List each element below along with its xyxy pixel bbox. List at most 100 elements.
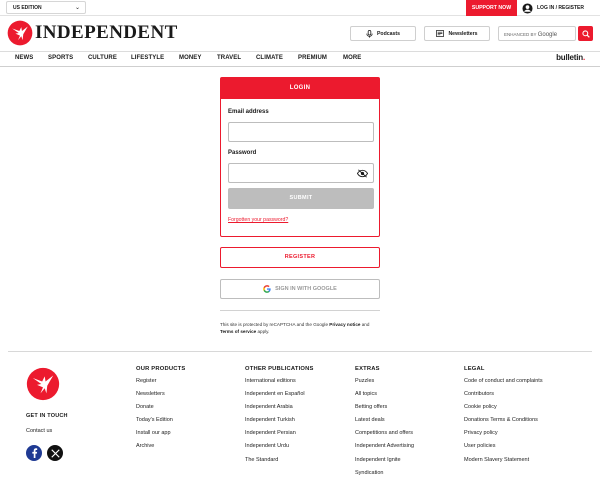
- login-register-label: LOG IN / REGISTER: [537, 5, 584, 11]
- footer-link[interactable]: Independent Turkish: [245, 417, 314, 430]
- footer-link[interactable]: The Standard: [245, 457, 314, 470]
- google-icon: [263, 285, 271, 293]
- footer-column-title: EXTRAS: [355, 366, 380, 372]
- footer-link[interactable]: Modern Slavery Statement: [464, 457, 543, 470]
- footer-link[interactable]: Register: [136, 378, 185, 391]
- footer-link[interactable]: Install our app: [136, 430, 185, 443]
- support-now-button[interactable]: SUPPORT NOW: [466, 0, 517, 16]
- footer-link[interactable]: Code of conduct and complaints: [464, 378, 543, 391]
- password-label: Password: [228, 150, 257, 156]
- search-input[interactable]: ENHANCED BY Google: [498, 26, 576, 41]
- chevron-down-icon: ⌄: [74, 5, 80, 11]
- eye-off-icon[interactable]: [357, 169, 368, 178]
- search-enhanced-label: ENHANCED BY: [504, 32, 537, 37]
- footer-link[interactable]: Independent Arabia: [245, 404, 314, 417]
- footer-eagle-logo-icon[interactable]: [26, 367, 60, 401]
- footer-link[interactable]: Independent Urdu: [245, 443, 314, 456]
- x-icon: [50, 448, 60, 458]
- nav-item-lifestyle[interactable]: LIFESTYLE: [131, 55, 164, 61]
- privacy-notice-link[interactable]: Privacy notice: [329, 322, 360, 327]
- logo-wordmark: INDEPENDENT: [35, 22, 178, 43]
- forgot-password-link[interactable]: Forgotten your password?: [228, 217, 288, 223]
- nav-item-travel[interactable]: TRAVEL: [217, 55, 241, 61]
- email-label: Email address: [228, 109, 269, 115]
- footer-link[interactable]: Competitions and offers: [355, 430, 414, 443]
- footer-link[interactable]: Independent en Español: [245, 391, 314, 404]
- nav-item-news[interactable]: NEWS: [15, 55, 33, 61]
- get-in-touch-heading: GET IN TOUCH: [26, 413, 68, 419]
- bulletin-logo[interactable]: bulletin.: [556, 53, 585, 62]
- site-header: INDEPENDENT Podcasts Newsletters ENHANCE…: [0, 16, 600, 52]
- edition-selector[interactable]: US EDITION ⌄: [6, 1, 86, 14]
- bulletin-dot: .: [582, 53, 585, 62]
- footer-link[interactable]: All topics: [355, 391, 414, 404]
- footer-link[interactable]: Donate: [136, 404, 185, 417]
- contact-us-link[interactable]: Contact us: [26, 428, 52, 434]
- recaptcha-text-3: apply.: [256, 329, 270, 334]
- footer-link[interactable]: Independent Persian: [245, 430, 314, 443]
- nav-item-sports[interactable]: SPORTS: [48, 55, 73, 61]
- register-button[interactable]: REGISTER: [220, 247, 380, 268]
- x-button[interactable]: [47, 445, 63, 461]
- podcasts-label: Podcasts: [376, 30, 401, 37]
- microphone-icon: [366, 29, 373, 38]
- divider: [220, 310, 380, 311]
- footer-link[interactable]: International editions: [245, 378, 314, 391]
- recaptcha-notice: This site is protected by reCAPTCHA and …: [220, 321, 380, 335]
- footer-link[interactable]: Syndication: [355, 470, 414, 480]
- search-google-label: Google: [537, 32, 558, 38]
- login-title: LOGIN: [221, 78, 379, 99]
- newsletters-button[interactable]: Newsletters: [424, 26, 490, 41]
- footer-column-title: LEGAL: [464, 366, 485, 372]
- recaptcha-text-1: This site is protected by reCAPTCHA and …: [220, 322, 330, 327]
- facebook-icon: [31, 448, 37, 458]
- terms-of-service-link[interactable]: Terms of service: [220, 329, 256, 334]
- footer-column-products: OUR PRODUCTS Register Newsletters Donate…: [136, 366, 185, 457]
- google-signin-label: SIGN IN WITH GOOGLE: [275, 286, 337, 292]
- nav-item-money[interactable]: MONEY: [179, 55, 202, 61]
- footer-link[interactable]: Archive: [136, 443, 185, 456]
- site-logo[interactable]: INDEPENDENT: [7, 20, 178, 46]
- eagle-logo-icon: [7, 20, 33, 46]
- nav-item-premium[interactable]: PREMIUM: [298, 55, 327, 61]
- login-form: LOGIN Email address Password SUBMIT Forg…: [220, 77, 380, 237]
- email-field[interactable]: [228, 122, 374, 142]
- password-field[interactable]: [228, 163, 374, 183]
- footer-link[interactable]: User policies: [464, 443, 543, 456]
- newsletter-icon: [436, 30, 445, 37]
- podcasts-button[interactable]: Podcasts: [350, 26, 416, 41]
- login-register-link[interactable]: LOG IN / REGISTER: [522, 2, 584, 14]
- nav-item-more[interactable]: MORE: [343, 55, 361, 61]
- footer-link[interactable]: Cookie policy: [464, 404, 543, 417]
- facebook-button[interactable]: [26, 445, 42, 461]
- footer-column-title: OTHER PUBLICATIONS: [245, 366, 314, 372]
- footer-link[interactable]: Today's Edition: [136, 417, 185, 430]
- user-icon: [522, 2, 533, 14]
- google-signin-button[interactable]: SIGN IN WITH GOOGLE: [220, 279, 380, 299]
- footer-link[interactable]: Independent Advertising: [355, 443, 414, 456]
- footer-link[interactable]: Independent Ignite: [355, 457, 414, 470]
- edition-label: US EDITION: [13, 5, 42, 11]
- top-bar: US EDITION ⌄ SUPPORT NOW LOG IN / REGIST…: [0, 0, 600, 16]
- footer-column-extras: EXTRAS Puzzles All topics Betting offers…: [355, 366, 414, 480]
- search-icon: [581, 29, 590, 38]
- recaptcha-text-2: and: [360, 322, 370, 327]
- main-nav: NEWS SPORTS CULTURE LIFESTYLE MONEY TRAV…: [0, 52, 600, 67]
- footer-link[interactable]: Contributors: [464, 391, 543, 404]
- search-button[interactable]: [578, 26, 593, 41]
- nav-item-climate[interactable]: CLIMATE: [256, 55, 283, 61]
- nav-item-culture[interactable]: CULTURE: [88, 55, 117, 61]
- footer-link[interactable]: Newsletters: [136, 391, 185, 404]
- footer-link[interactable]: Privacy policy: [464, 430, 543, 443]
- footer-column-title: OUR PRODUCTS: [136, 366, 186, 372]
- footer-column-legal: LEGAL Code of conduct and complaints Con…: [464, 366, 543, 470]
- footer-link[interactable]: Puzzles: [355, 378, 414, 391]
- footer-divider: [8, 351, 592, 352]
- newsletters-label: Newsletters: [448, 30, 478, 37]
- footer-link[interactable]: Betting offers: [355, 404, 414, 417]
- footer-link[interactable]: Latest deals: [355, 417, 414, 430]
- submit-button[interactable]: SUBMIT: [228, 188, 374, 209]
- bulletin-label: bulletin: [556, 53, 583, 62]
- footer-column-publications: OTHER PUBLICATIONS International edition…: [245, 366, 314, 470]
- footer-link[interactable]: Donations Terms & Conditions: [464, 417, 543, 430]
